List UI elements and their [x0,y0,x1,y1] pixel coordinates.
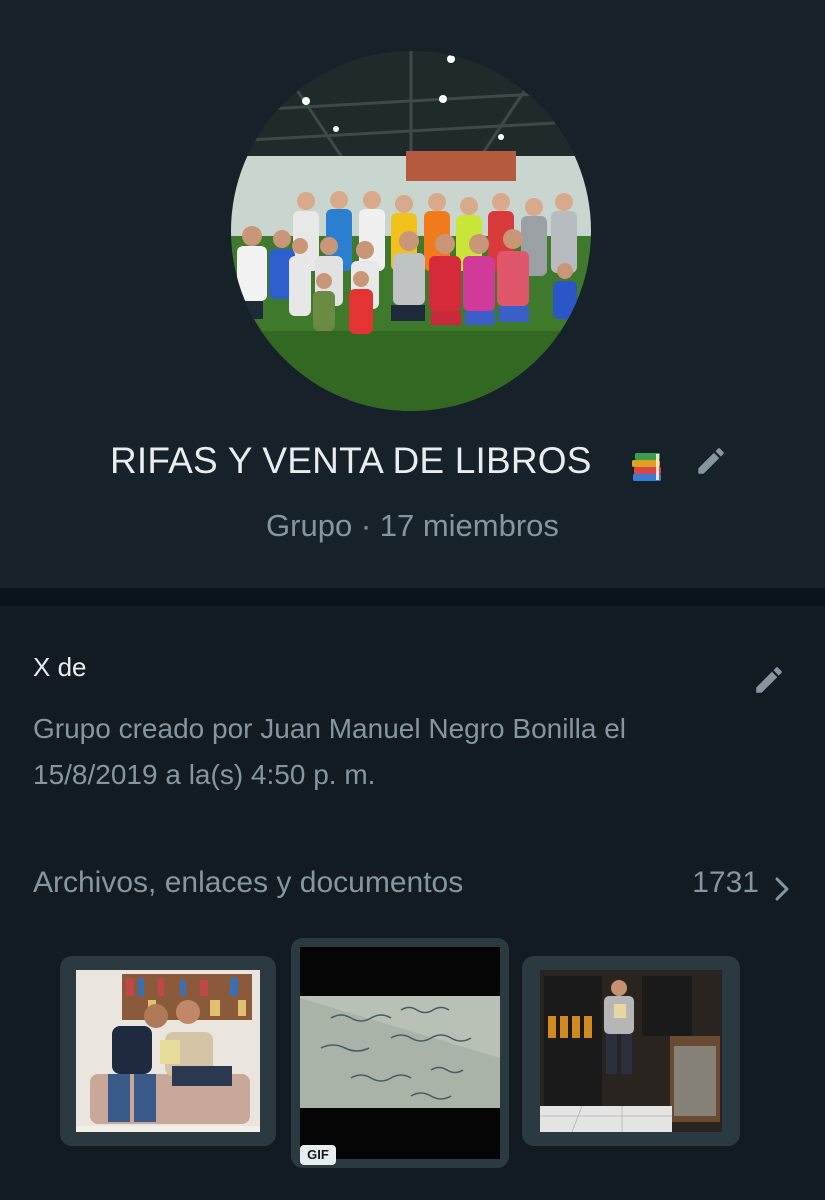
chevron-right-icon [775,877,789,901]
section-divider [0,588,825,606]
media-thumbnail-gif[interactable] [291,938,509,1168]
edit-name-pencil-icon[interactable] [694,444,728,478]
media-links-docs-label: Archivos, enlaces y documentos [33,866,464,899]
media-thumbnail[interactable] [522,956,740,1146]
media-links-docs-row[interactable]: Archivos, enlaces y documentos 1731 [0,866,825,912]
group-subtitle: Grupo · 17 miembros [266,508,559,543]
group-avatar[interactable] [231,51,591,411]
group-description[interactable]: X de [33,652,87,683]
group-avatar-image [231,51,591,411]
group-name: RIFAS Y VENTA DE LIBROS [110,440,592,481]
gif-badge: GIF [300,1145,336,1165]
thumbnail-image-handwritten-paper [291,938,509,1168]
edit-description-pencil-icon[interactable] [752,663,786,697]
thumbnail-image-shop [522,956,740,1146]
media-thumbnail[interactable] [60,956,276,1146]
group-header: RIFAS Y VENTA DE LIBROS Grupo · 17 miemb… [0,0,825,588]
books-icon [632,453,661,481]
thumbnail-image-sofa [60,956,276,1146]
group-created-info: Grupo creado por Juan Manuel Negro Bonil… [33,713,627,790]
media-count: 1731 [692,866,759,899]
